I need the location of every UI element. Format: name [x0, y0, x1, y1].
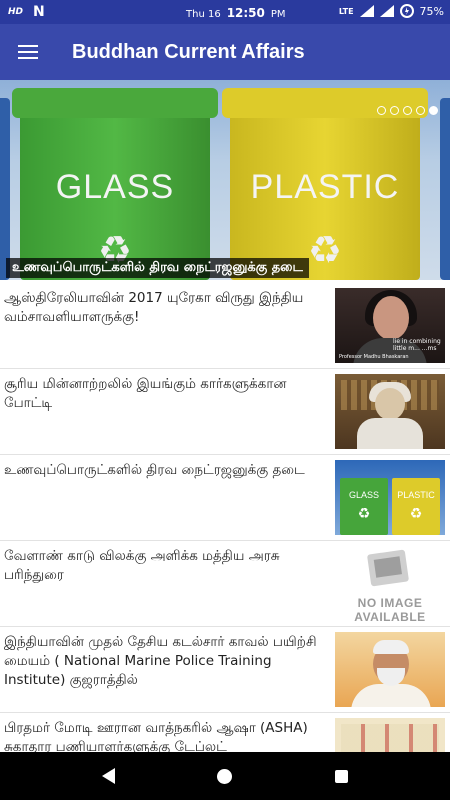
news-title: இந்தியாவின் முதல் தேசிய கடல்சார் காவல் ப… — [4, 634, 317, 688]
no-image-icon — [366, 549, 410, 587]
news-item[interactable]: ஆஸ்திரேலியாவின் 2017 யுரேகா விருது இந்தி… — [0, 283, 450, 369]
carousel-dot-active[interactable] — [429, 106, 438, 115]
recents-button[interactable] — [318, 752, 366, 800]
carousel-dot[interactable] — [416, 106, 425, 115]
news-title: ஆஸ்திரேலியாவின் 2017 யுரேகா விருது இந்தி… — [4, 290, 304, 325]
home-button[interactable] — [201, 752, 249, 800]
news-list[interactable]: ஆஸ்திரேலியாவின் 2017 யுரேகா விருது இந்தி… — [0, 283, 450, 753]
news-title: வேளாண் காடு விலக்கு அளிக்க மத்திய அரசு ப… — [4, 548, 280, 583]
status-clock: Thu 16 12:50 PM — [186, 6, 286, 20]
news-thumbnail: lie in combining little m... ...ms Profe… — [335, 288, 445, 363]
signal-2-icon — [379, 5, 394, 17]
glass-bin-image: GLASS ♻ — [12, 88, 218, 280]
recents-icon — [335, 769, 349, 783]
hamburger-menu-icon — [18, 45, 38, 59]
news-item[interactable]: சூரிய மின்னாற்றலில் இயங்கும் கார்களுக்கா… — [0, 369, 450, 455]
menu-button[interactable] — [0, 24, 56, 80]
news-item[interactable]: பிரதமர் மோடி ஊரான வாத்நகரில் ஆஷா (ASHA) … — [0, 713, 450, 753]
app-title: Buddhan Current Affairs — [72, 40, 305, 63]
thumb-glass-label: GLASS — [348, 490, 379, 500]
carousel-bin-right — [440, 98, 450, 280]
news-title: உணவுப்பொருட்களில் திரவ நைட்ரஜனுக்கு தடை — [4, 462, 305, 478]
thumbnail-subtitle: lie in combining little m... ...ms — [393, 338, 441, 352]
app-bar: Buddhan Current Affairs — [0, 24, 450, 80]
news-thumbnail: NO IMAGE AVAILABLE — [335, 546, 445, 621]
news-thumbnail — [335, 718, 445, 753]
status-time: 12:50 — [226, 6, 265, 20]
back-button[interactable] — [84, 752, 132, 800]
notification-n-icon: N — [33, 4, 45, 20]
home-icon — [217, 768, 233, 784]
news-title: பிரதமர் மோடி ஊரான வாத்நகரில் ஆஷா (ASHA) … — [4, 720, 308, 753]
featured-carousel[interactable]: GLASS ♻ PLASTIC ♻ உணவுப்பொருட்களில் திரவ… — [0, 80, 450, 280]
recycle-icon: ♻ — [357, 506, 371, 522]
news-title: சூரிய மின்னாற்றலில் இயங்கும் கார்களுக்கா… — [4, 376, 287, 411]
navigation-bar — [0, 752, 450, 800]
plastic-label: PLASTIC — [250, 168, 400, 206]
signal-icon — [359, 5, 374, 17]
news-thumbnail — [335, 374, 445, 449]
battery-saver-icon — [399, 4, 414, 18]
recycle-icon: ♻ — [409, 506, 423, 522]
thumb-plastic-label: PLASTIC — [397, 490, 435, 500]
news-item[interactable]: வேளாண் காடு விலக்கு அளிக்க மத்திய அரசு ப… — [0, 541, 450, 627]
thumbnail-credit: Professor Madhu Bhaskaran — [339, 354, 409, 360]
lte-icon: LTE — [338, 6, 354, 16]
carousel-dot[interactable] — [377, 106, 386, 115]
battery-percent: 75% — [419, 4, 444, 18]
carousel-bin-left — [0, 98, 10, 280]
status-bar: HD N Thu 16 12:50 PM LTE 75% — [0, 0, 450, 24]
carousel-indicator — [377, 106, 438, 115]
news-thumbnail: GLASS ♻ PLASTIC ♻ — [335, 460, 445, 535]
no-image-text: NO IMAGE AVAILABLE — [354, 596, 426, 621]
back-icon — [101, 768, 115, 784]
carousel-dot[interactable] — [403, 106, 412, 115]
status-date: Thu 16 — [186, 9, 221, 20]
carousel-dot[interactable] — [390, 106, 399, 115]
glass-label: GLASS — [55, 168, 175, 206]
news-item[interactable]: இந்தியாவின் முதல் தேசிய கடல்சார் காவல் ப… — [0, 627, 450, 713]
news-thumbnail — [335, 632, 445, 707]
carousel-caption[interactable]: உணவுப்பொருட்களில் திரவ நைட்ரஜனுக்கு தடை — [6, 258, 309, 278]
hd-voice-icon: HD — [8, 7, 24, 17]
status-ampm: PM — [270, 9, 286, 20]
plastic-bin-image: PLASTIC ♻ — [222, 88, 428, 280]
news-item[interactable]: உணவுப்பொருட்களில் திரவ நைட்ரஜனுக்கு தடை … — [0, 455, 450, 541]
